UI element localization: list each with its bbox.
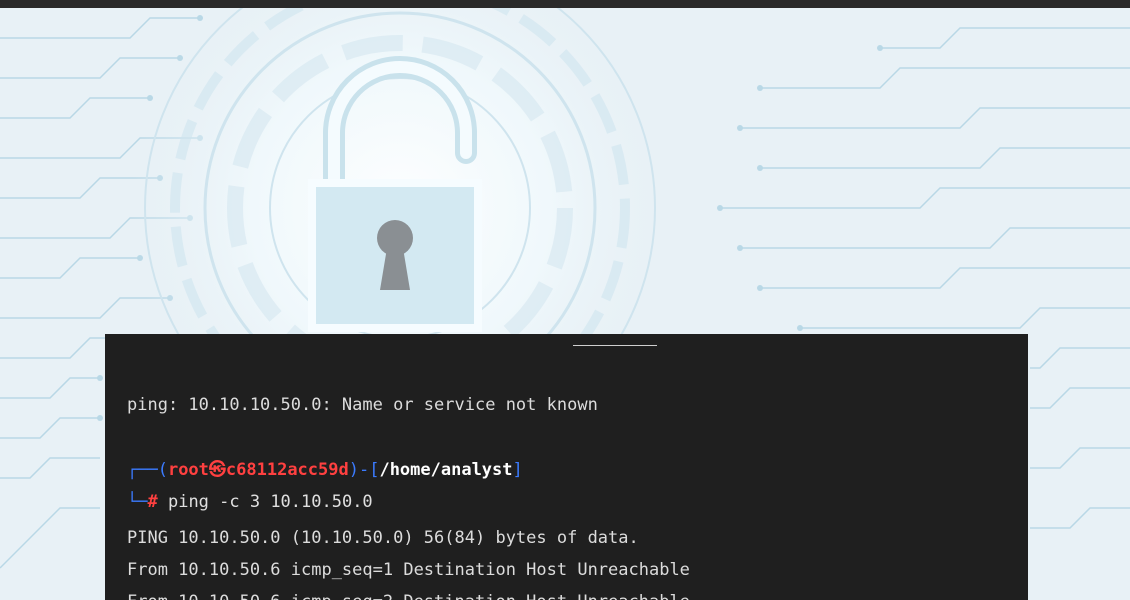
- prompt-second-prefix: └─: [127, 492, 148, 512]
- command-line: └─# ping -c 3 10.10.50.0: [127, 491, 373, 513]
- prompt-user: root: [167, 460, 209, 480]
- top-bar: [0, 0, 1130, 8]
- prompt-end: ]: [512, 460, 523, 480]
- prompt-open: ┌──(: [127, 460, 168, 480]
- command-text: ping -c 3 10.10.50.0: [157, 492, 373, 512]
- prompt-close: )-[: [348, 460, 380, 480]
- terminal-output-line: From 10.10.50.6 icmp_seq=2 Destination H…: [127, 591, 690, 600]
- scroll-mark: [573, 334, 657, 346]
- prompt-line: ┌──(root㉿c68112acc59d)-[/home/analyst]: [127, 459, 523, 481]
- terminal-output-line: ping: 10.10.10.50.0: Name or service not…: [127, 395, 598, 415]
- prompt-path: /home/analyst: [379, 460, 513, 480]
- terminal-output-line: From 10.10.50.6 icmp_seq=1 Destination H…: [127, 560, 690, 580]
- terminal-output-line: PING 10.10.50.0 (10.10.50.0) 56(84) byte…: [127, 528, 639, 548]
- terminal-window[interactable]: ping: 10.10.10.50.0: Name or service not…: [105, 334, 1028, 600]
- prompt-host: c68112acc59d: [225, 460, 349, 480]
- prompt-hash: #: [147, 492, 158, 512]
- prompt-at-symbol: ㉿: [208, 460, 226, 480]
